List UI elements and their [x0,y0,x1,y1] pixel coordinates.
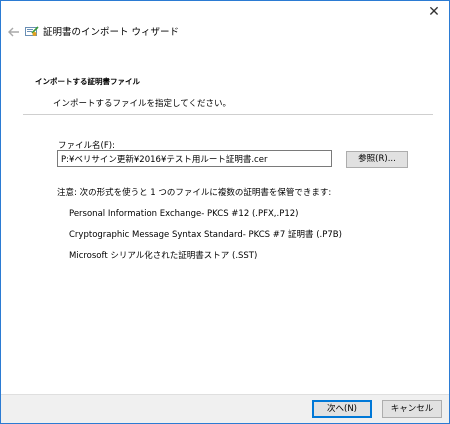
close-button[interactable]: ✕ [419,1,449,23]
file-name-input[interactable] [57,150,332,167]
format-item-sst: Microsoft シリアル化された証明書ストア (.SST) [69,251,258,261]
back-arrow-icon [8,27,19,37]
cancel-button[interactable]: キャンセル [382,400,442,418]
certificate-wizard-icon [25,26,39,36]
wizard-footer: 次へ(N) キャンセル [1,394,449,423]
format-item-pfx: Personal Information Exchange- PKCS #12 … [69,209,299,219]
title-bar: ✕ 証明書のインポート ウィザード [1,1,449,66]
format-note: 注意: 次の形式を使うと 1 つのファイルに複数の証明書を保管できます: [57,188,332,198]
window-title: 証明書のインポート ウィザード [43,27,180,38]
format-list: Personal Information Exchange- PKCS #12 … [69,208,342,271]
wizard-window: ✕ 証明書のインポート ウィザード インポートする証明書ファイル インポートする… [0,0,450,424]
back-button[interactable] [7,25,21,39]
close-icon: ✕ [428,4,440,20]
wizard-content: インポートする証明書ファイル インポートするファイルを指定してください。 ファイ… [23,66,433,394]
section-description: インポートするファイルを指定してください。 [53,99,231,109]
format-item-p7b: Cryptographic Message Syntax Standard- P… [69,230,342,240]
section-heading: インポートする証明書ファイル [35,77,140,86]
next-button[interactable]: 次へ(N) [312,400,372,418]
browse-button[interactable]: 参照(R)... [346,151,408,168]
header-divider [23,114,433,115]
